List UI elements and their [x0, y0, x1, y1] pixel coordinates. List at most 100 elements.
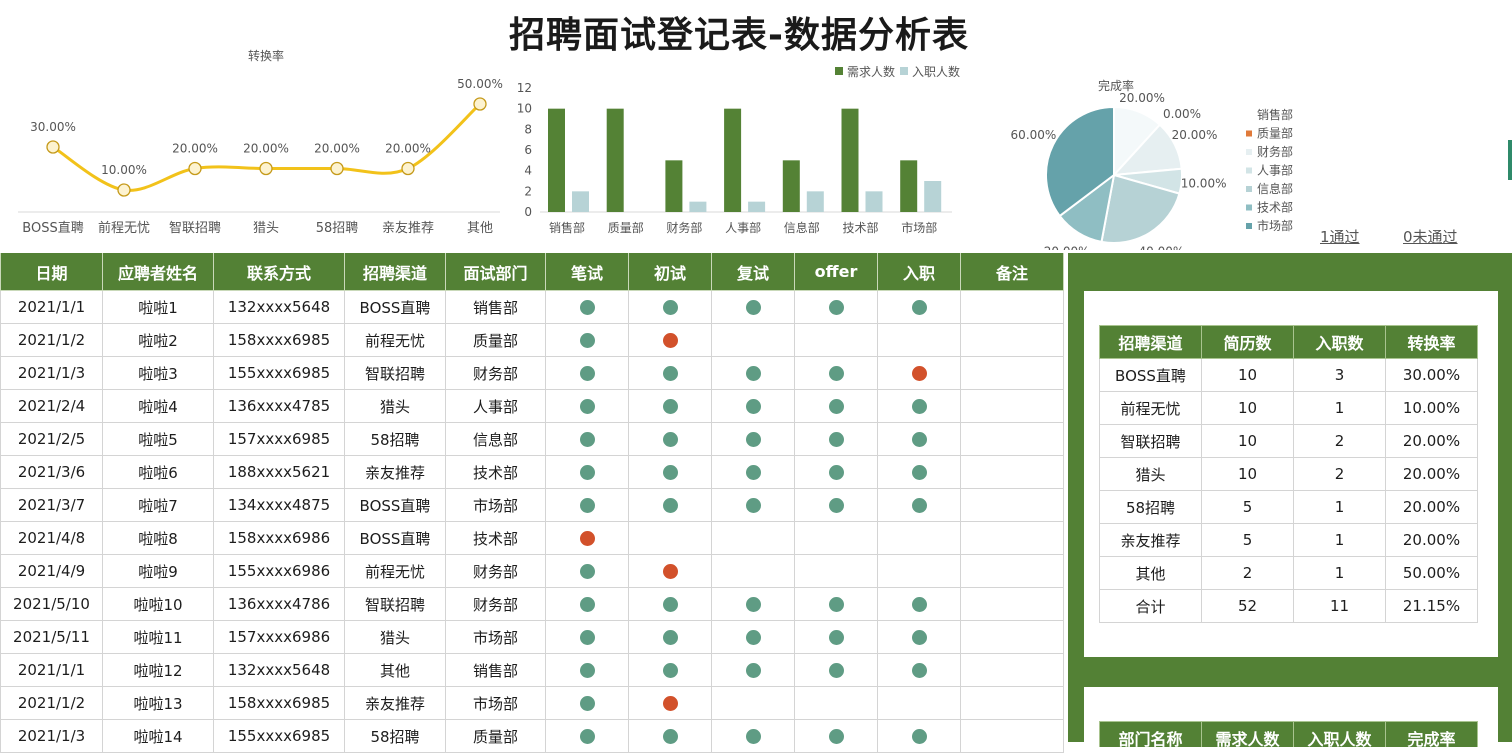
stage-status-cell[interactable] [711, 521, 795, 555]
phone-cell[interactable]: 188xxxx5621 [213, 455, 345, 489]
summary-cell[interactable]: 5 [1201, 523, 1294, 557]
stage-status-cell[interactable] [545, 719, 629, 753]
department-cell[interactable]: 市场部 [445, 488, 546, 522]
summary-cell[interactable]: 智联招聘 [1099, 424, 1202, 458]
stage-status-cell[interactable] [794, 389, 878, 423]
table-row[interactable]: 2021/1/1 啦啦12 132xxxx5648 其他 销售部 [0, 653, 1064, 687]
stage-status-cell[interactable] [711, 587, 795, 621]
department-cell[interactable]: 技术部 [445, 455, 546, 489]
table-row[interactable]: 2021/1/2 啦啦2 158xxxx6985 前程无忧 质量部 [0, 323, 1064, 357]
department-cell[interactable]: 市场部 [445, 620, 546, 654]
column-header[interactable]: offer [794, 253, 878, 291]
stage-status-cell[interactable] [545, 356, 629, 390]
stage-status-cell[interactable] [628, 290, 712, 324]
stage-status-cell[interactable] [711, 653, 795, 687]
note-cell[interactable] [960, 290, 1064, 324]
column-header[interactable]: 应聘者姓名 [102, 253, 214, 291]
stage-status-cell[interactable] [628, 323, 712, 357]
table-row[interactable]: BOSS直聘 10 3 30.00% [1099, 358, 1478, 392]
date-cell[interactable]: 2021/1/1 [0, 653, 103, 687]
note-cell[interactable] [960, 521, 1064, 555]
summary-cell[interactable]: 50.00% [1385, 556, 1478, 590]
summary-cell[interactable]: 58招聘 [1099, 490, 1202, 524]
applicant-name-cell[interactable]: 啦啦6 [102, 455, 214, 489]
stage-status-cell[interactable] [628, 521, 712, 555]
column-header[interactable]: 入职 [877, 253, 961, 291]
stage-status-cell[interactable] [877, 389, 961, 423]
summary-cell[interactable]: 2 [1293, 424, 1386, 458]
stage-status-cell[interactable] [794, 587, 878, 621]
stage-status-cell[interactable] [877, 620, 961, 654]
stage-status-cell[interactable] [794, 620, 878, 654]
phone-cell[interactable]: 158xxxx6985 [213, 686, 345, 720]
column-header[interactable]: 备注 [960, 253, 1064, 291]
note-cell[interactable] [960, 455, 1064, 489]
summary-cell[interactable]: 其他 [1099, 556, 1202, 590]
table-row[interactable]: 猎头 10 2 20.00% [1099, 457, 1478, 491]
table-row[interactable]: 2021/1/2 啦啦13 158xxxx6985 亲友推荐 市场部 [0, 686, 1064, 720]
stage-status-cell[interactable] [877, 587, 961, 621]
stage-status-cell[interactable] [877, 554, 961, 588]
stage-status-cell[interactable] [794, 422, 878, 456]
note-cell[interactable] [960, 620, 1064, 654]
stage-status-cell[interactable] [794, 356, 878, 390]
stage-status-cell[interactable] [711, 554, 795, 588]
stage-status-cell[interactable] [628, 719, 712, 753]
stage-status-cell[interactable] [877, 686, 961, 720]
stage-status-cell[interactable] [877, 422, 961, 456]
department-cell[interactable]: 财务部 [445, 356, 546, 390]
department-cell[interactable]: 市场部 [445, 686, 546, 720]
stage-status-cell[interactable] [628, 455, 712, 489]
applicant-name-cell[interactable]: 啦啦5 [102, 422, 214, 456]
phone-cell[interactable]: 155xxxx6986 [213, 554, 345, 588]
stage-status-cell[interactable] [545, 488, 629, 522]
channel-cell[interactable]: 智联招聘 [344, 356, 446, 390]
date-cell[interactable]: 2021/1/2 [0, 686, 103, 720]
summary-cell[interactable]: 1 [1293, 490, 1386, 524]
summary-cell[interactable]: 20.00% [1385, 424, 1478, 458]
stage-status-cell[interactable] [628, 587, 712, 621]
summary-cell[interactable]: 20.00% [1385, 490, 1478, 524]
stage-status-cell[interactable] [877, 323, 961, 357]
stage-status-cell[interactable] [794, 554, 878, 588]
table-row[interactable]: 2021/4/9 啦啦9 155xxxx6986 前程无忧 财务部 [0, 554, 1064, 588]
note-cell[interactable] [960, 653, 1064, 687]
note-cell[interactable] [960, 389, 1064, 423]
phone-cell[interactable]: 157xxxx6986 [213, 620, 345, 654]
table-row[interactable]: 2021/1/3 啦啦14 155xxxx6985 58招聘 质量部 [0, 719, 1064, 753]
channel-cell[interactable]: 前程无忧 [344, 554, 446, 588]
table-row[interactable]: 合计 52 11 21.15% [1099, 589, 1478, 623]
note-cell[interactable] [960, 488, 1064, 522]
stage-status-cell[interactable] [545, 686, 629, 720]
channel-cell[interactable]: 其他 [344, 653, 446, 687]
channel-cell[interactable]: BOSS直聘 [344, 488, 446, 522]
summary-cell[interactable]: 3 [1293, 358, 1386, 392]
channel-cell[interactable]: 前程无忧 [344, 323, 446, 357]
phone-cell[interactable]: 132xxxx5648 [213, 653, 345, 687]
table-row[interactable]: 2021/1/3 啦啦3 155xxxx6985 智联招聘 财务部 [0, 356, 1064, 390]
stage-status-cell[interactable] [545, 389, 629, 423]
table-row[interactable]: 2021/2/5 啦啦5 157xxxx6985 58招聘 信息部 [0, 422, 1064, 456]
stage-status-cell[interactable] [794, 686, 878, 720]
channel-cell[interactable]: 猎头 [344, 389, 446, 423]
column-header[interactable]: 部门名称 [1099, 721, 1202, 747]
date-cell[interactable]: 2021/3/6 [0, 455, 103, 489]
stage-status-cell[interactable] [628, 620, 712, 654]
table-row[interactable]: 前程无忧 10 1 10.00% [1099, 391, 1478, 425]
stage-status-cell[interactable] [628, 488, 712, 522]
table-row[interactable]: 2021/2/4 啦啦4 136xxxx4785 猎头 人事部 [0, 389, 1064, 423]
summary-cell[interactable]: 2 [1201, 556, 1294, 590]
channel-cell[interactable]: 亲友推荐 [344, 686, 446, 720]
stage-status-cell[interactable] [711, 323, 795, 357]
note-cell[interactable] [960, 356, 1064, 390]
channel-cell[interactable]: 58招聘 [344, 422, 446, 456]
channel-cell[interactable]: 58招聘 [344, 719, 446, 753]
applicant-name-cell[interactable]: 啦啦10 [102, 587, 214, 621]
stage-status-cell[interactable] [794, 719, 878, 753]
table-row[interactable]: 58招聘 5 1 20.00% [1099, 490, 1478, 524]
applicant-name-cell[interactable]: 啦啦8 [102, 521, 214, 555]
stage-status-cell[interactable] [794, 290, 878, 324]
column-header[interactable]: 简历数 [1201, 325, 1294, 359]
applicant-name-cell[interactable]: 啦啦14 [102, 719, 214, 753]
stage-status-cell[interactable] [545, 422, 629, 456]
